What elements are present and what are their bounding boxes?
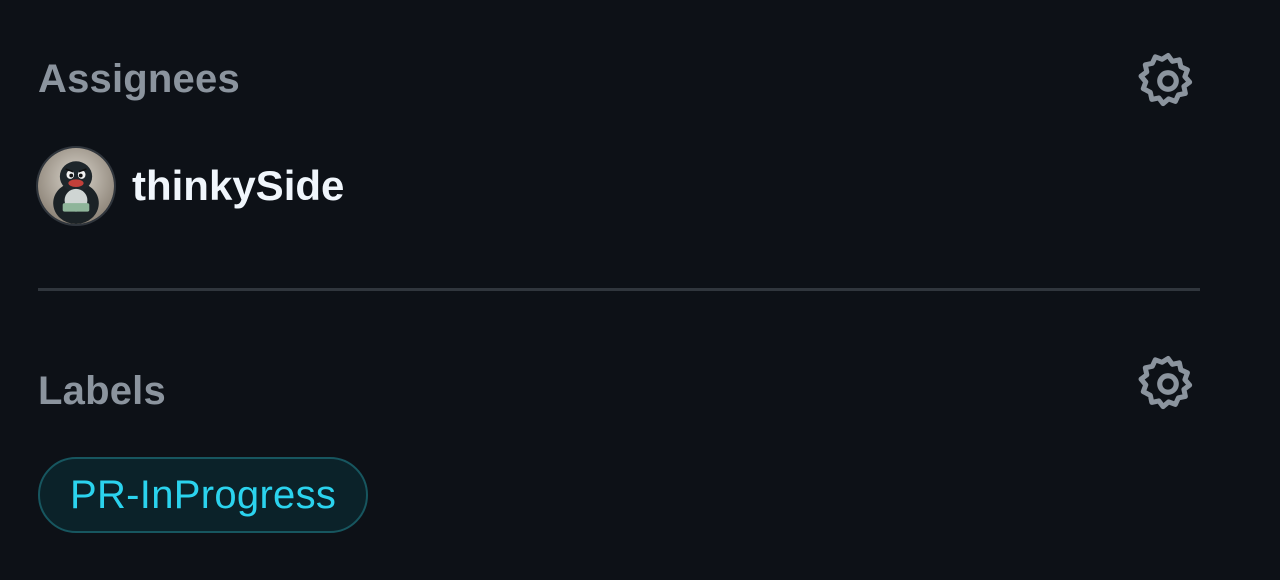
assignee-item[interactable]: thinkySide [36, 144, 344, 228]
section-divider [38, 288, 1200, 291]
gear-icon [1137, 50, 1199, 117]
labels-heading: Labels [38, 369, 166, 413]
label-pr-inprogress[interactable]: PR-InProgress [38, 457, 369, 533]
assignees-heading: Assignees [38, 57, 240, 101]
label-name: PR-InProgress [70, 472, 337, 517]
penguin-avatar [36, 146, 116, 226]
assignee-username: thinkySide [132, 162, 345, 209]
assignees-settings-button[interactable] [1134, 49, 1202, 117]
issue-sidebar: Assignees thinkySide Labels PR-InProgres… [0, 0, 1280, 580]
gear-icon [1137, 353, 1199, 420]
labels-settings-button[interactable] [1134, 352, 1202, 420]
